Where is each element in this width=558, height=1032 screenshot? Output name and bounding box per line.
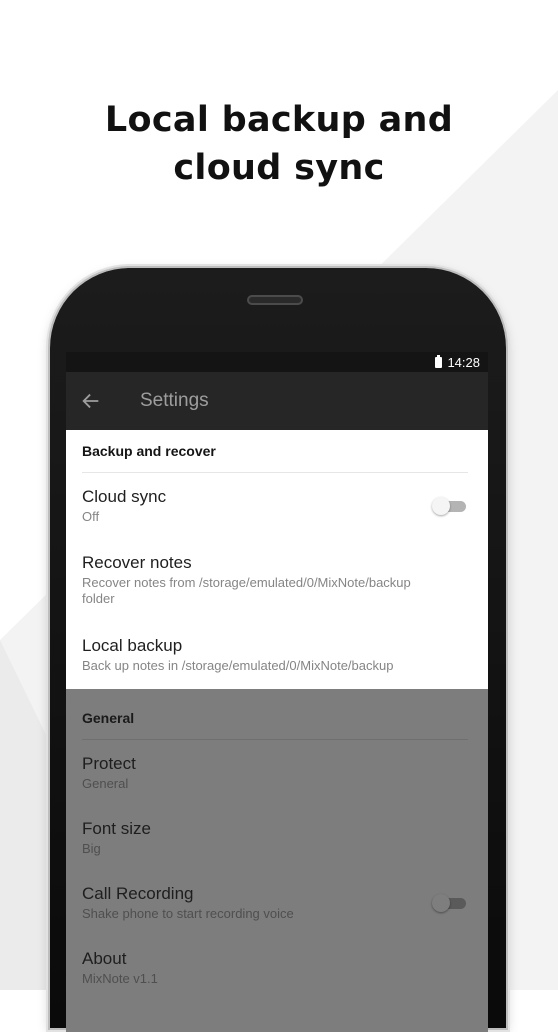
setting-font-size[interactable]: Font size Big (66, 805, 488, 870)
setting-about[interactable]: About MixNote v1.1 (66, 935, 488, 1000)
setting-call-recording[interactable]: Call Recording Shake phone to start reco… (66, 870, 488, 935)
call-recording-toggle[interactable] (432, 893, 468, 913)
setting-protect[interactable]: Protect General (66, 740, 488, 805)
arrow-left-icon[interactable] (80, 390, 102, 412)
phone-speaker (247, 295, 303, 305)
phone-screen: 14:28 Settings Backup and recover Cloud … (66, 352, 488, 1032)
setting-title: Recover notes (82, 553, 192, 572)
setting-title: Cloud sync (82, 487, 167, 506)
setting-local-backup[interactable]: Local backup Back up notes in /storage/e… (66, 621, 488, 689)
app-bar: Settings (66, 372, 488, 430)
battery-icon (435, 354, 443, 368)
cloud-sync-toggle[interactable] (432, 496, 468, 516)
setting-subtitle: Back up notes in /storage/emulated/0/Mix… (82, 658, 394, 673)
status-bar: 14:28 (66, 352, 488, 372)
setting-cloud-sync[interactable]: Cloud sync Off (66, 473, 488, 539)
page-title: Settings (140, 390, 209, 411)
setting-subtitle: Big (82, 840, 101, 856)
toggle-thumb (432, 893, 450, 912)
phone-frame: 14:28 Settings Backup and recover Cloud … (50, 268, 506, 1032)
setting-subtitle: General (82, 775, 129, 791)
setting-subtitle: Off (82, 509, 100, 524)
headline-line-2: cloud sync (173, 148, 385, 188)
headline-line-1: Local backup and (104, 100, 454, 140)
backup-section: Backup and recover Cloud sync Off Recove… (66, 430, 488, 689)
general-section: General Protect General Font size Big Ca… (66, 689, 488, 1000)
section-header-general: General (82, 697, 468, 740)
setting-title: Call Recording (82, 883, 194, 903)
setting-title: Font size (82, 818, 151, 838)
setting-subtitle: Recover notes from /storage/emulated/0/M… (82, 575, 411, 606)
setting-title: Protect (82, 753, 136, 773)
toggle-thumb (432, 497, 450, 515)
section-header-backup: Backup and recover (82, 430, 468, 473)
setting-title: About (82, 948, 127, 968)
setting-subtitle: MixNote v1.1 (82, 970, 158, 986)
setting-subtitle: Shake phone to start recording voice (82, 905, 294, 921)
promo-headline: Local backup and cloud sync (0, 96, 558, 192)
setting-recover-notes[interactable]: Recover notes Recover notes from /storag… (66, 539, 488, 621)
status-time: 14:28 (447, 354, 480, 370)
setting-title: Local backup (82, 636, 183, 655)
